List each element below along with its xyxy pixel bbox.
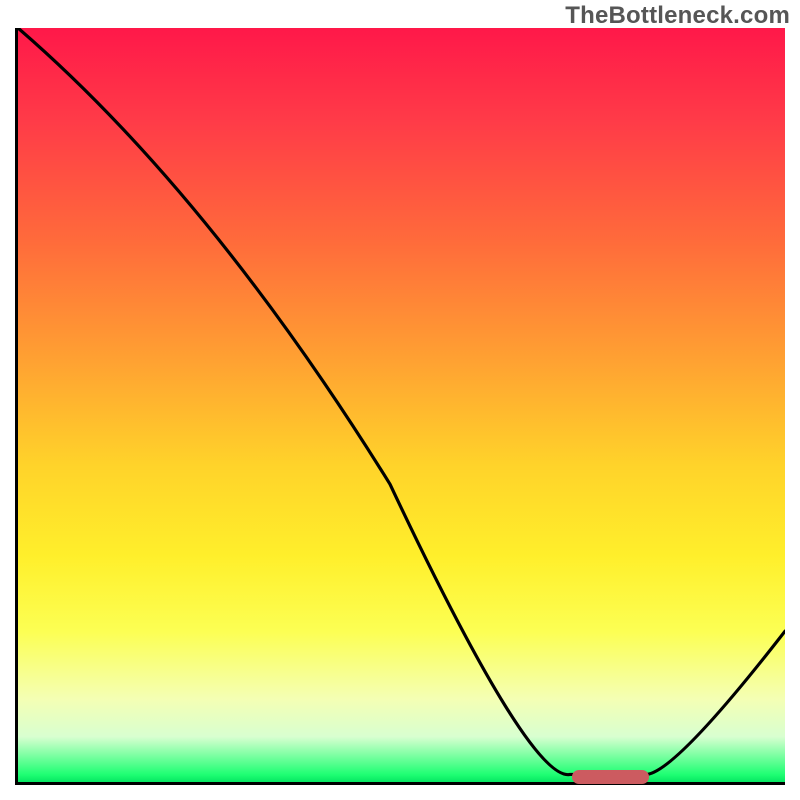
optimal-range-marker bbox=[572, 770, 649, 784]
chart-stage: TheBottleneck.com bbox=[0, 0, 800, 800]
plot-area bbox=[15, 28, 785, 785]
watermark-text: TheBottleneck.com bbox=[565, 2, 790, 30]
bottleneck-curve bbox=[18, 28, 785, 782]
